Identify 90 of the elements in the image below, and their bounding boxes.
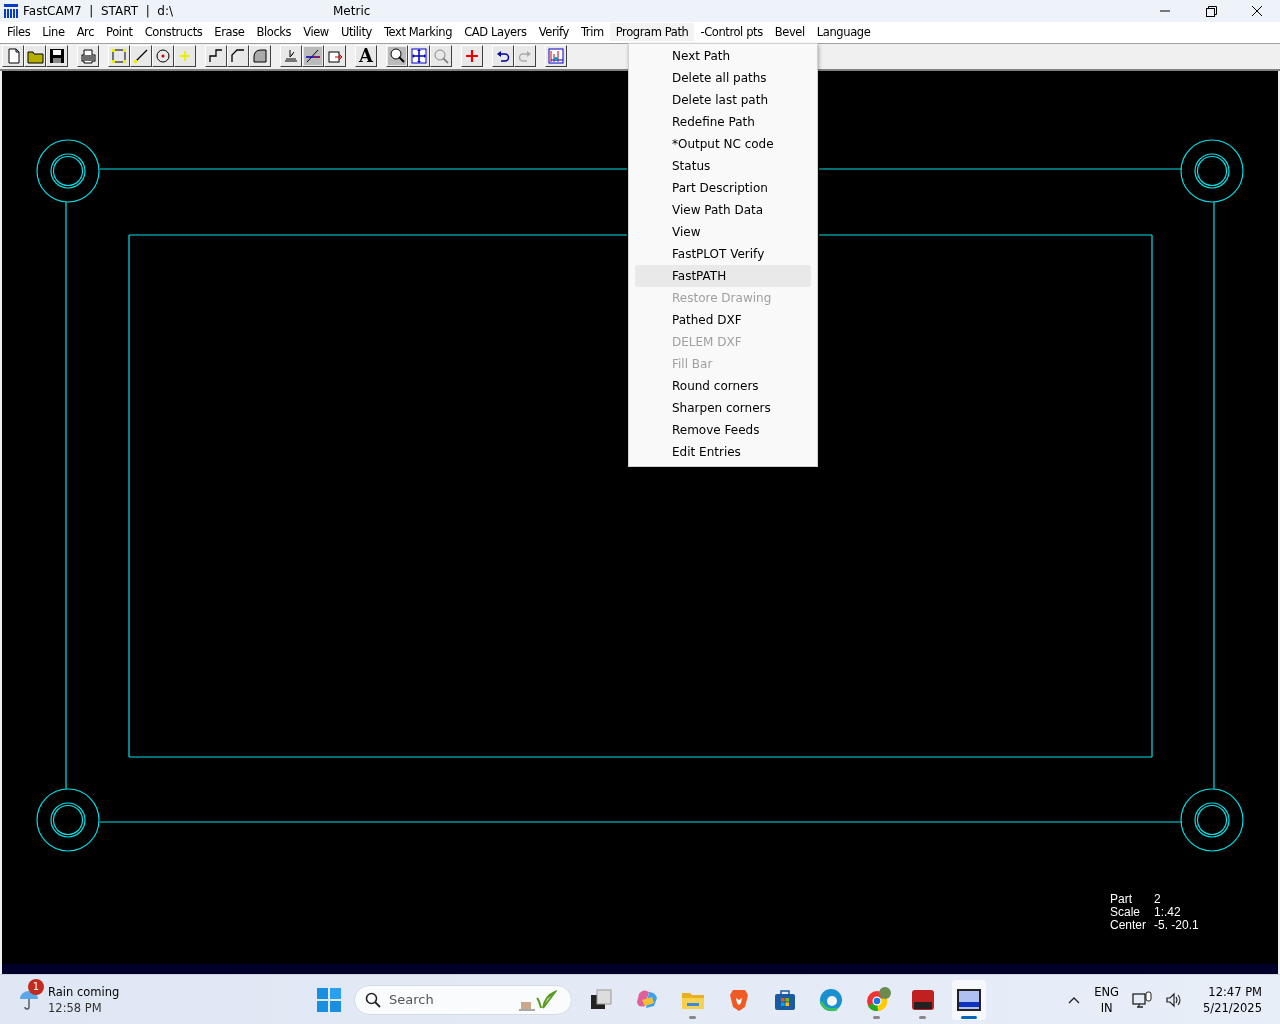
toolbar-button[interactable] (430, 45, 452, 68)
toolbar-button[interactable] (302, 45, 324, 68)
tea-and-leaf-icon (517, 987, 557, 1012)
menu-item[interactable]: Files (1, 23, 37, 42)
toolbar-button[interactable] (492, 45, 514, 68)
toolbar-button[interactable] (108, 45, 130, 68)
menu-item[interactable]: Constructs (138, 23, 209, 42)
app-icon (3, 3, 19, 19)
dropdown-item[interactable]: Remove Feeds (635, 419, 811, 441)
dropdown-item[interactable]: Delete all paths (635, 67, 811, 89)
speaker-icon[interactable] (1165, 990, 1184, 1009)
dropdown-item[interactable]: Pathed DXF (635, 309, 811, 331)
toolbar-button[interactable] (227, 45, 249, 68)
menu-item[interactable]: -Control pts (694, 23, 769, 42)
dropdown-item: Fill Bar (671, 356, 714, 373)
toolbar-button[interactable] (324, 45, 346, 68)
menu-item[interactable]: Arc (70, 23, 101, 42)
notification-badge: 1 (28, 978, 44, 995)
dropdown-item[interactable]: Next Path (635, 45, 811, 67)
menu-item[interactable]: Verify (532, 23, 575, 42)
toolbar-button[interactable] (24, 45, 46, 68)
toolbar-button[interactable] (280, 45, 302, 68)
taskbar-app-button[interactable] (952, 979, 986, 1020)
info-label: Part (1110, 893, 1133, 907)
toolbar-button[interactable] (152, 45, 174, 68)
toolbar-button[interactable] (174, 45, 196, 68)
info-value: 1:.42 (1154, 906, 1181, 920)
dropdown-item[interactable]: Round corners (635, 375, 811, 397)
dropdown-item[interactable]: View Path Data (635, 199, 811, 221)
hole-drawing (36, 788, 100, 852)
info-label: Scale (1110, 906, 1142, 920)
info-label: Center (1110, 919, 1148, 933)
menu-item[interactable]: Utility (334, 23, 378, 42)
menu-item[interactable]: Line (36, 23, 71, 42)
info-value: -5. -20.1 (1154, 919, 1199, 933)
dropdown-item[interactable]: Redefine Path (635, 111, 811, 133)
unit-mode-label: Metric (333, 4, 371, 18)
toolbar-button[interactable] (249, 45, 271, 68)
toolbar-button[interactable] (205, 45, 227, 68)
menu-item[interactable]: Program Path (609, 23, 695, 42)
search-bar[interactable]: Search (354, 984, 572, 1015)
menu-item[interactable]: Language (810, 23, 877, 42)
dropdown-item[interactable]: Part Description (635, 177, 811, 199)
dropdown-item: DELEM DXF (671, 334, 743, 351)
search-icon (365, 991, 381, 1008)
dropdown-item[interactable]: FastPLOT Verify (635, 243, 811, 265)
menu-item[interactable]: Blocks (250, 23, 298, 42)
hole-drawing (1180, 788, 1244, 852)
toolbar-button[interactable] (461, 45, 483, 68)
clock-time[interactable]: 12:47 PM (1208, 983, 1262, 1000)
info-value: 2 (1154, 893, 1161, 907)
toolbar-button[interactable] (545, 45, 567, 68)
text-tool-button[interactable]: A (355, 45, 377, 68)
fit-view-icon (409, 46, 429, 67)
toolbar-button[interactable] (46, 45, 68, 68)
menu-item[interactable]: Point (100, 23, 139, 42)
dropdown-item[interactable]: Delete last path (635, 89, 811, 111)
path-chart-icon (546, 46, 566, 67)
printer-icon (78, 46, 98, 67)
window-title: FastCAM7 | START | d:\ (23, 4, 174, 18)
toolbar-button[interactable] (130, 45, 152, 68)
windows-start-icon[interactable] (316, 986, 342, 1013)
toolbar-button[interactable] (386, 45, 408, 68)
dropdown-item: Restore Drawing (671, 290, 773, 307)
language-text[interactable]: ENG (1094, 983, 1120, 1000)
dropdown-item[interactable]: Status (635, 155, 811, 177)
menu-item[interactable]: Bevel (768, 23, 811, 42)
search-field[interactable]: Search (389, 992, 509, 1007)
toolbar-button[interactable] (2, 45, 24, 68)
dropdown-item[interactable]: FastPATH (635, 265, 811, 287)
dropdown-item[interactable]: Edit Entries (635, 441, 811, 463)
dropdown-item[interactable]: Sharpen corners (635, 397, 811, 419)
menu-item[interactable]: Text Marking (377, 23, 459, 42)
menu-item[interactable]: Erase (208, 23, 251, 42)
region-text[interactable]: IN (1100, 999, 1113, 1016)
dropdown-item[interactable]: *Output NC code (635, 133, 811, 155)
dropdown-item[interactable]: View (635, 221, 811, 243)
clock-date[interactable]: 5/21/2025 (1203, 999, 1262, 1016)
toolbar-button[interactable] (77, 45, 99, 68)
weather-text: Rain coming (48, 983, 120, 1000)
hole-drawing (36, 139, 100, 203)
menu-item[interactable]: Trim (574, 23, 610, 42)
menu-item[interactable]: View (297, 23, 335, 42)
zoom-window-icon (387, 46, 407, 67)
toolbar-button[interactable] (514, 45, 536, 68)
network-icon[interactable] (1131, 989, 1154, 1010)
menu-item[interactable]: CAD Layers (458, 23, 533, 42)
toolbar-button[interactable] (408, 45, 430, 68)
hole-drawing (1180, 139, 1244, 203)
weather-time: 12:58 PM (48, 999, 103, 1016)
